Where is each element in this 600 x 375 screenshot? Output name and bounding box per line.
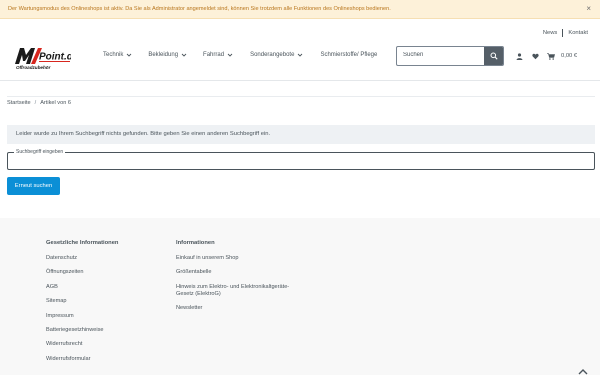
search-box [396,46,504,66]
footer-link[interactable]: Newsletter [176,305,296,312]
chevron-up-icon[interactable] [578,368,588,375]
search-again-label: Suchbegriff eingeben [14,149,66,155]
svg-text:Offroadzubehör: Offroadzubehör [16,65,51,70]
maintenance-banner: Der Wartungsmodus des Onlineshops ist ak… [0,0,600,19]
search-again-button[interactable]: Erneut suchen [7,177,60,195]
search-input[interactable] [403,52,481,58]
footer-link[interactable]: Widerrufsformular [46,356,118,363]
cart-icon [547,52,555,60]
nav-item-label: Bekleidung [148,52,179,58]
breadcrumb-current: Artikel von 6 [40,100,71,106]
breadcrumb-divider [7,96,595,97]
footer-link[interactable]: Hinweis zum Elektro- und Elektronikaltge… [176,284,296,298]
contact-link[interactable]: Kontakt [568,30,588,36]
footer-link[interactable]: Widerrufsrecht [46,341,118,348]
footer-heading: Gesetzliche Informationen [46,240,119,246]
nav-item-label: Fahrrad [203,52,225,58]
footer-link[interactable]: AGB [46,284,118,291]
cart-total[interactable]: 0,00 € [561,53,577,59]
logo-graphic: Point.de Offroadzubehör [15,48,79,70]
chevron-down-icon [181,53,187,57]
footer-link[interactable]: Datenschutz [46,255,118,262]
top-links: News Kontakt [543,29,588,37]
nav-item-sonderangebote[interactable]: Sonderangebote [250,52,303,58]
news-link[interactable]: News [543,30,558,36]
nav-item-schmierstoffe[interactable]: Schmierstoffe/ Pflege [320,52,377,58]
footer-link[interactable]: Impressum [46,313,118,320]
search-icon [490,52,498,60]
nav-item-technik[interactable]: Technik [103,52,132,58]
main-nav: Technik Bekleidung Fahrrad Sonderangebot… [103,52,377,58]
nav-item-label: Technik [103,52,124,58]
search-button[interactable] [484,47,503,65]
close-icon[interactable]: × [586,4,591,14]
footer-link[interactable]: Größentabelle [176,269,296,276]
account-button[interactable] [514,51,524,61]
chevron-down-icon [127,53,132,57]
footer-link[interactable]: Einkauf in unserem Shop [176,255,296,262]
header-actions: 0,00 € [514,51,577,61]
footer-link[interactable]: Batteriegesetzhinweise [46,327,118,334]
logo[interactable]: Point.de Offroadzubehör [14,46,79,70]
no-results-alert: Leider wurde zu Ihrem Suchbegriff nichts… [7,125,595,144]
footer-link[interactable]: Sitemap [46,298,118,305]
nav-item-fahrrad[interactable]: Fahrrad [203,52,233,58]
chevron-down-icon [298,53,303,57]
heart-icon [531,53,539,59]
footer: Gesetzliche Informationen Datenschutz Öf… [0,218,600,375]
nav-item-label: Sonderangebote [250,52,295,58]
footer-info-column: Informationen Einkauf in unserem Shop Gr… [176,240,296,320]
maintenance-text: Der Wartungsmodus des Onlineshops ist ak… [8,6,391,12]
wishlist-button[interactable] [530,51,540,61]
footer-link[interactable]: Öffnungszeiten [46,269,118,276]
alert-text: Leider wurde zu Ihrem Suchbegriff nichts… [16,131,271,137]
breadcrumb-separator: / [34,100,37,106]
cart-button[interactable] [546,51,556,61]
divider [562,29,564,37]
search-again-field: Suchbegriff eingeben [7,149,595,170]
user-icon [516,52,522,60]
footer-heading: Informationen [176,240,215,246]
search-again-input[interactable] [14,157,584,163]
nav-item-bekleidung[interactable]: Bekleidung [148,52,187,58]
svg-text:Point.de: Point.de [39,52,71,63]
nav-item-label: Schmierstoffe/ Pflege [320,52,378,58]
breadcrumb: Startseite / Artikel von 6 [7,100,71,106]
footer-legal-column: Gesetzliche Informationen Datenschutz Öf… [46,240,118,370]
breadcrumb-home[interactable]: Startseite [7,100,31,106]
chevron-down-icon [227,53,233,57]
header-divider [0,80,600,81]
